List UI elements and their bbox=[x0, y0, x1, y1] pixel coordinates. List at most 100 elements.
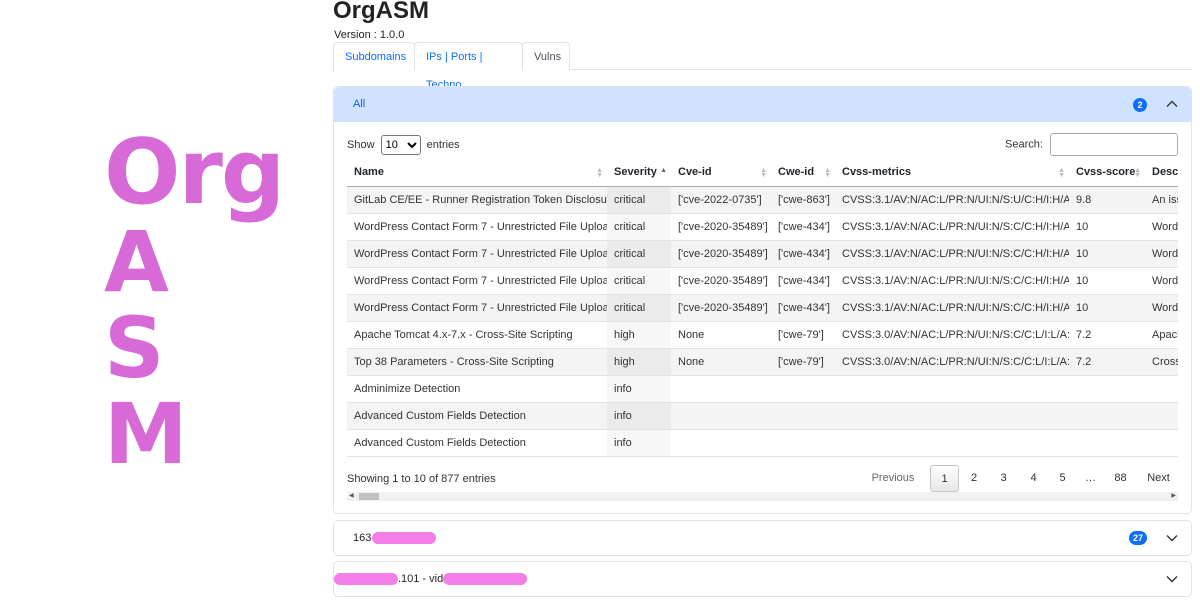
cell-name: WordPress Contact Form 7 - Unrestricted … bbox=[347, 294, 607, 322]
page-88-button[interactable]: 88 bbox=[1104, 465, 1137, 492]
horizontal-scrollbar[interactable]: ◀ ▶ bbox=[347, 492, 1178, 501]
cell-cvss-score: 9.8 bbox=[1069, 186, 1145, 214]
page-5-button[interactable]: 5 bbox=[1048, 465, 1077, 492]
sort-icon: ▲ ▼ bbox=[1134, 167, 1141, 179]
cell-name: Apache Tomcat 4.x-7.x - Cross-Site Scrip… bbox=[347, 321, 607, 349]
table-row[interactable]: WordPress Contact Form 7 - Unrestricted … bbox=[347, 267, 1178, 295]
scrollbar-thumb[interactable] bbox=[359, 493, 379, 500]
cell-description: An iss bbox=[1145, 186, 1178, 214]
scroll-right-arrow-icon[interactable]: ▶ bbox=[1171, 492, 1176, 501]
cell-cwe-id bbox=[771, 375, 835, 403]
page-length-select[interactable]: 10 bbox=[380, 135, 421, 155]
cell-cve-id: ['cve-2020-35489'] bbox=[671, 267, 771, 295]
column-header-description[interactable]: Descr bbox=[1145, 159, 1178, 187]
accordion-header-all[interactable]: All 2 bbox=[334, 87, 1191, 122]
table-row[interactable]: Advanced Custom Fields Detection info bbox=[347, 429, 1178, 457]
cell-cve-id: ['cve-2020-35489'] bbox=[671, 240, 771, 268]
cell-description: Word bbox=[1145, 267, 1178, 295]
column-header-cvss-score[interactable]: Cvss-score ▲ ▼ bbox=[1069, 159, 1145, 187]
redaction-mark bbox=[443, 573, 528, 586]
accordion-label: .101 - vid bbox=[398, 573, 444, 585]
cell-severity: info bbox=[607, 375, 671, 403]
page-1-button[interactable]: 1 bbox=[930, 465, 959, 492]
tab-vulns[interactable]: Vulns bbox=[522, 42, 570, 71]
cell-cve-id bbox=[671, 375, 771, 403]
cell-cvss-score: 10 bbox=[1069, 267, 1145, 295]
column-header-label: Descr bbox=[1152, 166, 1178, 179]
sort-asc-icon: ▲ bbox=[660, 167, 667, 174]
cell-cvss-score bbox=[1069, 402, 1145, 430]
cell-name: Adminimize Detection bbox=[347, 375, 607, 403]
cell-cve-id bbox=[671, 402, 771, 430]
accordion-host-101[interactable]: .101 - vid bbox=[333, 561, 1192, 597]
table-body: GitLab CE/EE - Runner Registration Token… bbox=[347, 186, 1178, 457]
table-row[interactable]: WordPress Contact Form 7 - Unrestricted … bbox=[347, 213, 1178, 241]
page-3-button[interactable]: 3 bbox=[989, 465, 1018, 492]
cell-severity: critical bbox=[607, 267, 671, 295]
cell-cvss-score: 7.2 bbox=[1069, 321, 1145, 349]
column-header-label: Name bbox=[354, 166, 384, 179]
page-4-button[interactable]: 4 bbox=[1019, 465, 1048, 492]
column-header-label: Cwe-id bbox=[778, 166, 815, 179]
cell-name: Advanced Custom Fields Detection bbox=[347, 402, 607, 430]
cell-cvss-metrics: CVSS:3.1/AV:N/AC:L/PR:N/UI:N/S:C/C:H/I:H… bbox=[835, 240, 1069, 268]
accordion-all: All 2 Show 10 entries Search: Name ▲ ▼ Sev… bbox=[333, 86, 1192, 514]
tab-ips-ports-techno[interactable]: IPs | Ports | Techno bbox=[414, 42, 523, 91]
column-header-cvss-metrics[interactable]: Cvss-metrics ▲ ▼ bbox=[835, 159, 1069, 187]
table-row[interactable]: GitLab CE/EE - Runner Registration Token… bbox=[347, 186, 1178, 214]
column-header-label: Cvss-metrics bbox=[842, 166, 912, 179]
cell-description bbox=[1145, 402, 1178, 430]
column-header-name[interactable]: Name ▲ ▼ bbox=[347, 159, 607, 187]
table-row[interactable]: Advanced Custom Fields Detection info bbox=[347, 402, 1178, 430]
sort-icon: ▲ ▼ bbox=[824, 167, 831, 179]
cell-cwe-id: ['cwe-863'] bbox=[771, 186, 835, 214]
cell-description: Word bbox=[1145, 240, 1178, 268]
cell-name: WordPress Contact Form 7 - Unrestricted … bbox=[347, 267, 607, 295]
cell-cve-id: None bbox=[671, 321, 771, 349]
cell-cwe-id: ['cwe-434'] bbox=[771, 267, 835, 295]
column-header-severity[interactable]: Severity ▲ bbox=[607, 159, 671, 187]
search-input[interactable] bbox=[1050, 133, 1178, 156]
cell-name: GitLab CE/EE - Runner Registration Token… bbox=[347, 186, 607, 214]
cell-severity: critical bbox=[607, 294, 671, 322]
cell-cvss-score bbox=[1069, 375, 1145, 403]
table-row[interactable]: WordPress Contact Form 7 - Unrestricted … bbox=[347, 294, 1178, 322]
cell-cvss-metrics: CVSS:3.0/AV:N/AC:L/PR:N/UI:N/S:C/C:L/I:L… bbox=[835, 348, 1069, 376]
table-info: Showing 1 to 10 of 877 entries bbox=[347, 473, 496, 485]
previous-page-button[interactable]: Previous bbox=[867, 465, 919, 492]
column-header-cwe-id[interactable]: Cwe-id ▲ ▼ bbox=[771, 159, 835, 187]
cell-description: Word bbox=[1145, 213, 1178, 241]
cell-cve-id: ['cve-2022-0735'] bbox=[671, 186, 771, 214]
tab-subdomains[interactable]: Subdomains bbox=[333, 42, 415, 71]
page-2-button[interactable]: 2 bbox=[960, 465, 988, 492]
logo-line-a: A bbox=[104, 213, 170, 311]
version-label: Version : 1.0.0 bbox=[334, 29, 405, 41]
cell-severity: info bbox=[607, 429, 671, 457]
show-label: Show bbox=[347, 139, 375, 151]
column-header-label: Cve-id bbox=[678, 166, 712, 179]
table-row[interactable]: WordPress Contact Form 7 - Unrestricted … bbox=[347, 240, 1178, 268]
cell-name: WordPress Contact Form 7 - Unrestricted … bbox=[347, 213, 607, 241]
count-badge: 27 bbox=[1128, 531, 1147, 545]
cell-cvss-score: 7.2 bbox=[1069, 348, 1145, 376]
next-page-button[interactable]: Next bbox=[1138, 465, 1179, 492]
scroll-left-arrow-icon[interactable]: ◀ bbox=[349, 492, 354, 501]
table-row[interactable]: Apache Tomcat 4.x-7.x - Cross-Site Scrip… bbox=[347, 321, 1178, 349]
cell-cvss-metrics: CVSS:3.0/AV:N/AC:L/PR:N/UI:N/S:C/C:L/I:L… bbox=[835, 321, 1069, 349]
table-search: Search: bbox=[1005, 133, 1178, 156]
accordion-header-host-163[interactable]: 163 27 bbox=[334, 521, 1191, 555]
cell-cvss-score bbox=[1069, 429, 1145, 457]
cell-cvss-score: 10 bbox=[1069, 294, 1145, 322]
table-row[interactable]: Adminimize Detection info bbox=[347, 375, 1178, 403]
cell-description: Apach bbox=[1145, 321, 1178, 349]
table-header-row: Name ▲ ▼ Severity ▲ Cve-id ▲ ▼ Cwe-id ▲ ▼ Cvss-… bbox=[347, 159, 1178, 187]
column-header-cve-id[interactable]: Cve-id ▲ ▼ bbox=[671, 159, 771, 187]
accordion-header-host-101[interactable]: .101 - vid bbox=[334, 562, 1191, 596]
cell-severity: critical bbox=[607, 240, 671, 268]
cell-cvss-metrics bbox=[835, 375, 1069, 403]
table-row[interactable]: Top 38 Parameters - Cross-Site Scripting… bbox=[347, 348, 1178, 376]
cell-cwe-id: ['cwe-434'] bbox=[771, 240, 835, 268]
accordion-host-163[interactable]: 163 27 bbox=[333, 520, 1192, 556]
cell-cvss-metrics: CVSS:3.1/AV:N/AC:L/PR:N/UI:N/S:C/C:H/I:H… bbox=[835, 267, 1069, 295]
sort-icon: ▲ ▼ bbox=[760, 167, 767, 179]
